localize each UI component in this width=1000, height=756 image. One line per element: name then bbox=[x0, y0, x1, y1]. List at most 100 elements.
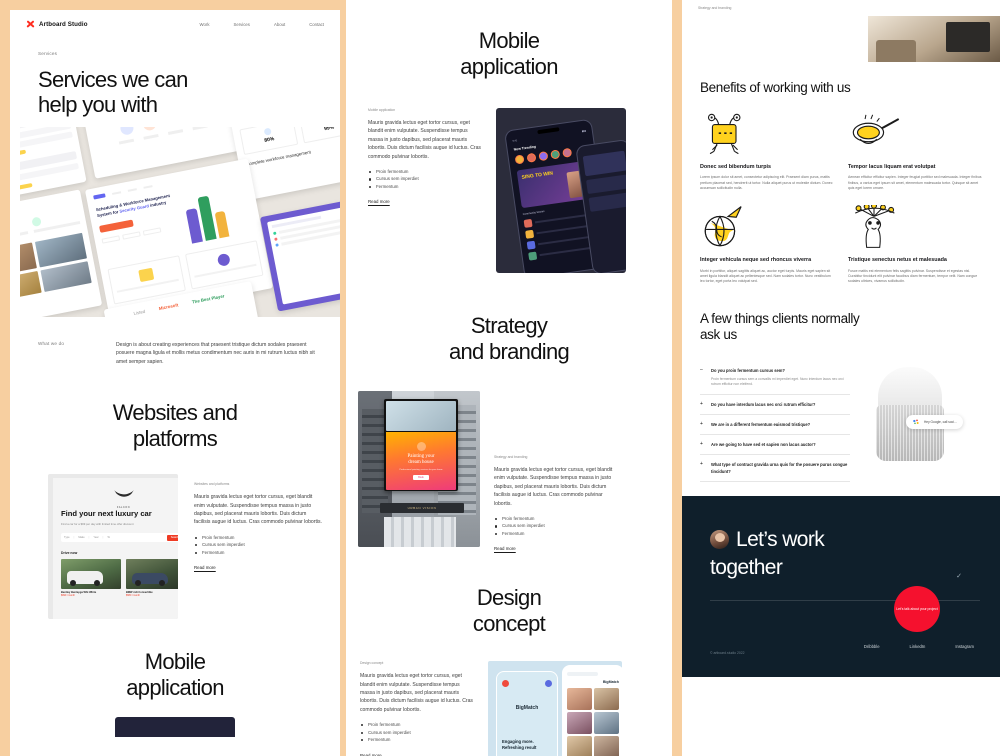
intro-block: What we do Design is about creating expe… bbox=[10, 317, 340, 366]
section-title-mobile-line2: application bbox=[126, 675, 224, 701]
mobile-read-more[interactable]: Read more bbox=[368, 199, 482, 204]
faq-title: A few things clients normally ask us bbox=[700, 311, 982, 343]
design-title-line1: Design bbox=[476, 585, 542, 611]
faq-question: We are in a different fermentum euismod … bbox=[711, 422, 811, 428]
benefit-item: Donec sed bibendum turpis Lorem ipsum do… bbox=[700, 112, 834, 191]
mobile-title-line1: Mobile bbox=[478, 28, 540, 53]
car-filter-to[interactable]: To bbox=[107, 536, 110, 539]
faq-item[interactable]: + Are we going to have sed et sapien non… bbox=[700, 435, 850, 456]
copyright: © artboard.studio 2022 bbox=[710, 651, 745, 656]
faq-toggle-icon[interactable]: + bbox=[700, 461, 705, 475]
benefit-item: Tempor lacus liquam erat volutpat Aenean… bbox=[848, 112, 982, 191]
strategy-title-line2: and branding bbox=[448, 339, 570, 364]
social-link-instagram[interactable]: Instagram bbox=[955, 644, 974, 649]
list-item: Cursus sem imperdiet bbox=[360, 729, 476, 736]
nav-item-about[interactable]: About bbox=[274, 22, 285, 27]
faq-toggle-icon[interactable]: + bbox=[700, 401, 705, 408]
billboard-headline-2: dream house bbox=[408, 459, 434, 465]
faq-section: A few things clients normally ask us – D… bbox=[682, 285, 1000, 483]
footer-cta: Let’s work together ✓ Let’s talk about y… bbox=[682, 496, 1000, 678]
list-item: Cursus sem imperdiet bbox=[494, 522, 618, 529]
cta-label: Let’s talk about your project bbox=[896, 606, 938, 611]
strategy-read-more[interactable]: Read more bbox=[494, 546, 618, 551]
social-link-dribbble[interactable]: Dribbble bbox=[864, 644, 880, 649]
dating-app-mockup: BigMatch Engaging more. Refreshing resul… bbox=[488, 661, 622, 756]
benefit-text: Aenean efficitur efficitur sapien. Integ… bbox=[848, 175, 982, 191]
faq-toggle-icon[interactable]: + bbox=[700, 421, 705, 428]
dating-app-name: BigMatch bbox=[515, 705, 539, 712]
car-filter-year[interactable]: Year bbox=[93, 536, 98, 539]
assistant-bubble-text: Hey Google, call soci... bbox=[924, 419, 957, 424]
nav-item-services[interactable]: Services bbox=[233, 22, 249, 27]
billboard-button[interactable]: Book bbox=[413, 474, 429, 481]
websites-copy: Websites and platforms Mauris gravida le… bbox=[194, 474, 322, 619]
benefit-title: Tempor lacus liquam erat volutpat bbox=[848, 164, 936, 170]
section-title-mobile-line1: Mobile bbox=[144, 649, 206, 675]
car-section-label: Drive now bbox=[61, 551, 78, 556]
panel-benefits-faq-footer: Strategy and branding Benefits of workin… bbox=[682, 0, 1000, 756]
google-assistant-icon bbox=[913, 419, 919, 424]
yellow-globe-icon bbox=[700, 205, 834, 249]
design-copy: Design concept Mauris gravida lectus ege… bbox=[360, 661, 476, 756]
mobile-mockup-preview-col1 bbox=[115, 717, 235, 738]
list-item: Fermentum bbox=[360, 736, 476, 743]
brand-logo[interactable]: Artboard Studio bbox=[26, 20, 88, 29]
section-title-strategy: Strategy and branding bbox=[346, 313, 672, 365]
phone-status-time: 9:41 bbox=[512, 139, 518, 143]
websites-eyebrow: Websites and platforms bbox=[194, 482, 230, 487]
hero-title-line2: help you with bbox=[38, 92, 158, 117]
car-filter-make[interactable]: Make bbox=[78, 536, 84, 539]
mobile-paragraph: Mauris gravida lectus eget tortor cursus… bbox=[368, 120, 481, 160]
cta-button[interactable]: Let’s talk about your project bbox=[894, 586, 940, 633]
design-title-line2: concept bbox=[472, 611, 546, 637]
faq-question: Do you proin fermentum cursus sem? bbox=[711, 367, 785, 373]
yellow-idea-head-icon bbox=[848, 205, 982, 249]
intro-eyebrow: What we do bbox=[38, 341, 65, 346]
design-read-more[interactable]: Read more bbox=[360, 753, 476, 756]
car-marketplace-mockup: FALCON Find your next luxury car Find a … bbox=[48, 474, 178, 620]
websites-paragraph: Mauris gravida lectus eget tortor cursus… bbox=[194, 494, 322, 526]
faq-question: What type of contract gravida urna quis … bbox=[711, 462, 848, 475]
billboard-sub: Professional painting services for your … bbox=[399, 468, 443, 471]
mobile-title-line2: application bbox=[460, 54, 558, 79]
car-filter-type[interactable]: Type bbox=[64, 536, 70, 539]
presentation-board: Artboard Studio Work Services About Cont… bbox=[0, 0, 1000, 756]
benefit-text: Morbi in porttitor, aliquet sagittis ali… bbox=[700, 268, 831, 284]
nav-item-work[interactable]: Work bbox=[200, 22, 210, 27]
strategy-title-line1: Strategy bbox=[470, 313, 548, 338]
faq-title-line2: ask us bbox=[700, 326, 737, 342]
faq-toggle-icon[interactable]: + bbox=[700, 441, 705, 448]
smart-speaker-mockup: Hey Google, call soci... bbox=[860, 361, 980, 466]
yellow-monster-icon bbox=[700, 112, 834, 156]
panel-mobile-strategy-design: Mobile application Mobile application Ma… bbox=[346, 0, 672, 756]
nav-item-contact[interactable]: Contact bbox=[309, 22, 324, 27]
faq-item[interactable]: + We are in a different fermentum euismo… bbox=[700, 415, 850, 436]
faq-toggle-icon[interactable]: – bbox=[700, 367, 705, 388]
list-item: Proin fermentum bbox=[360, 721, 476, 728]
hero-eyebrow: Services bbox=[38, 51, 58, 56]
design-eyebrow: Design concept bbox=[360, 661, 384, 666]
faq-question: Do you have interdum lacus nec orci rutr… bbox=[711, 402, 816, 408]
car-search-button[interactable]: Search bbox=[166, 534, 178, 541]
x-mark-logo-icon bbox=[26, 20, 35, 29]
strategy-copy: Strategy and branding Mauris gravida lec… bbox=[494, 391, 618, 551]
section-title-mobile: Mobile application bbox=[346, 28, 672, 80]
billboard-mockup: Painting your dream house Professional p… bbox=[358, 391, 480, 547]
websites-read-more[interactable]: Read more bbox=[194, 565, 322, 570]
hero-text: Services Services we can help you with bbox=[10, 29, 340, 117]
benefit-text: Fusce mattis est elementum felis sagitti… bbox=[848, 268, 978, 284]
strategy-eyebrow: Strategy and branding bbox=[494, 455, 528, 459]
social-link-linkedin[interactable]: LinkedIn bbox=[910, 644, 926, 649]
main-nav: Work Services About Contact bbox=[200, 22, 324, 27]
hero-title-line1: Services we can bbox=[38, 67, 188, 92]
list-item: Fermentum bbox=[494, 530, 618, 537]
list-item: Cursus sem imperdiet bbox=[194, 541, 322, 548]
benefit-item: Tristique senectus netus et malesuada Fu… bbox=[848, 205, 982, 284]
websites-bullets: Proin fermentum Cursus sem imperdiet Fer… bbox=[194, 534, 322, 556]
faq-item[interactable]: – Do you proin fermentum cursus sem? Pro… bbox=[700, 361, 850, 396]
list-item: Proin fermentum bbox=[194, 534, 322, 541]
faq-item[interactable]: + What type of contract gravida urna qui… bbox=[700, 455, 850, 483]
design-paragraph: Mauris gravida lectus eget tortor cursus… bbox=[360, 673, 473, 713]
faq-item[interactable]: + Do you have interdum lacus nec orci ru… bbox=[700, 395, 850, 416]
design-bullets: Proin fermentum Cursus sem imperdiet Fer… bbox=[360, 721, 476, 743]
